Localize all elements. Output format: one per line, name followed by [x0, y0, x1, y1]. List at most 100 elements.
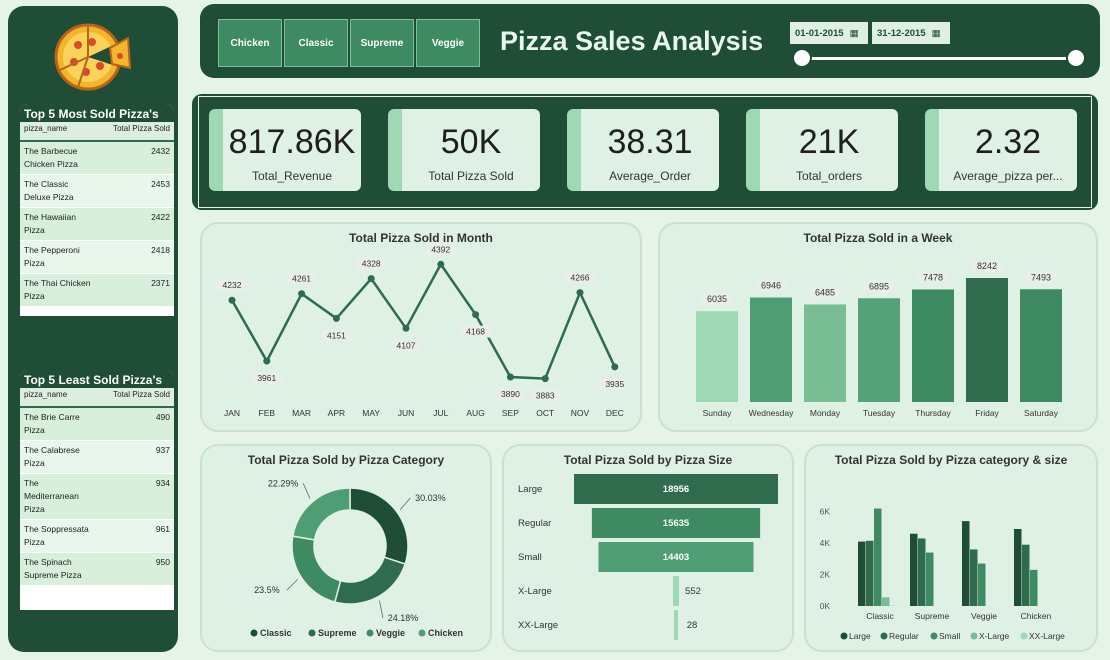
- pizza-logo-icon: [54, 23, 132, 91]
- calendar-icon[interactable]: ▦: [932, 28, 941, 39]
- cluster-bar: [926, 552, 934, 606]
- legend-label: Small: [939, 631, 960, 641]
- table-row[interactable]: The Brie Carre Pizza 490: [20, 408, 174, 441]
- top5-most-table: Top 5 Most Sold Pizza's pizza_name Total…: [20, 104, 174, 316]
- x-tick-label: AUG: [466, 408, 484, 418]
- end-date-input[interactable]: 31-12-2015 ▦: [872, 22, 950, 44]
- x-tick-label: Wednesday: [749, 408, 794, 418]
- data-label: 7478: [923, 272, 943, 282]
- data-label: 18956: [663, 484, 689, 495]
- legend-swatch: [1020, 632, 1028, 640]
- cluster-bar: [882, 597, 890, 606]
- pizza-name-cell: The Mediterranean Pizza: [24, 478, 79, 514]
- table-row[interactable]: The Mediterranean Pizza 934: [20, 474, 174, 520]
- line-point: [263, 357, 271, 365]
- kpi-label: Total Pizza Sold: [428, 169, 514, 183]
- legend-swatch: [250, 629, 258, 637]
- date-slider-end-handle[interactable]: [1066, 48, 1086, 68]
- week-bar: [912, 289, 954, 402]
- kpi-card: 50K Total Pizza Sold: [388, 109, 540, 191]
- col-total-sold[interactable]: Total Pizza Sold: [113, 124, 170, 138]
- pizza-name-cell: The Brie Carre Pizza: [24, 412, 80, 435]
- kpi-card: 2.32 Average_pizza per...: [925, 109, 1077, 191]
- weekly-chart-panel: Total Pizza Sold in a Week 6035 Sunday 694…: [658, 222, 1098, 432]
- filter-classic-button[interactable]: Classic: [284, 19, 348, 67]
- kpi-value: 38.31: [607, 123, 693, 161]
- line-point: [298, 290, 306, 298]
- sidebar: Top 5 Most Sold Pizza's pizza_name Total…: [8, 6, 178, 652]
- pizza-sold-cell: 950: [155, 557, 170, 567]
- table-header[interactable]: pizza_name Total Pizza Sold: [20, 122, 174, 142]
- col-pizza-name[interactable]: pizza_name: [24, 124, 67, 138]
- legend-label: Classic: [260, 628, 292, 638]
- table-row[interactable]: The Soppressata Pizza 961: [20, 520, 174, 553]
- x-tick-label: JAN: [224, 408, 240, 418]
- date-slider-start-handle[interactable]: [792, 48, 812, 68]
- y-tick-label: XX-Large: [518, 620, 558, 631]
- funnel-bar: [673, 576, 679, 606]
- legend-swatch: [418, 629, 426, 637]
- cluster-bar: [1022, 544, 1030, 606]
- line-point: [437, 260, 445, 268]
- data-label: 3883: [536, 391, 555, 401]
- date-slider-track[interactable]: [802, 57, 1076, 60]
- calendar-icon[interactable]: ▦: [850, 28, 859, 39]
- legend-label: X-Large: [979, 631, 1010, 641]
- col-total-sold[interactable]: Total Pizza Sold: [113, 390, 170, 404]
- donut-slice: [333, 556, 407, 605]
- kpi-value: 50K: [440, 123, 502, 161]
- data-label: 3890: [501, 389, 520, 399]
- data-label: 4232: [223, 280, 242, 290]
- kpi-value: 2.32: [974, 123, 1042, 161]
- filter-veggie-button[interactable]: Veggie: [416, 19, 480, 67]
- line-point: [402, 324, 410, 332]
- table-row[interactable]: The Calabrese Pizza 937: [20, 441, 174, 474]
- label-leader-line: [286, 579, 299, 591]
- pizza-name-cell: The Spinach Supreme Pizza: [24, 557, 82, 580]
- kpi-value: 817.86K: [228, 123, 356, 161]
- kpi-label: Average_pizza per...: [953, 169, 1063, 183]
- pizza-sold-cell: 2432: [151, 146, 170, 156]
- x-tick-label: MAY: [362, 408, 380, 418]
- data-label: 8242: [977, 261, 997, 271]
- chart-title: Total Pizza Sold in a Week: [803, 231, 953, 245]
- pizza-name-cell: The Soppressata Pizza: [24, 524, 89, 547]
- x-tick-label: MAR: [292, 408, 311, 418]
- filter-supreme-button[interactable]: Supreme: [350, 19, 414, 67]
- cluster-bar: [918, 538, 926, 606]
- table-row[interactable]: The Spinach Supreme Pizza 950: [20, 553, 174, 586]
- table-row[interactable]: The Thai Chicken Pizza 2371: [20, 274, 174, 307]
- chart-title: Total Pizza Sold by Pizza Category: [247, 453, 445, 467]
- table-row[interactable]: The Pepperoni Pizza 2418: [20, 241, 174, 274]
- start-date-input[interactable]: 01-01-2015 ▦: [790, 22, 868, 44]
- x-tick-label: Monday: [810, 408, 841, 418]
- chart-title: Total Pizza Sold in Month: [349, 231, 493, 245]
- x-tick-label: FEB: [259, 408, 276, 418]
- legend-label: Large: [849, 631, 871, 641]
- col-pizza-name[interactable]: pizza_name: [24, 390, 67, 404]
- size-funnel-chart: Large 18956 Regular 15635 Small 14403 X-Large 5…: [518, 474, 778, 640]
- chart-title: Total Pizza Sold by Pizza category & siz…: [834, 453, 1068, 467]
- table-row[interactable]: The Hawaiian Pizza 2422: [20, 208, 174, 241]
- legend-swatch: [366, 629, 374, 637]
- data-label: 552: [685, 586, 701, 597]
- page-title: Pizza Sales Analysis: [500, 26, 764, 56]
- label-leader-line: [302, 483, 311, 499]
- pizza-sold-cell: 2371: [151, 278, 170, 288]
- end-date-value: 31-12-2015: [877, 27, 926, 39]
- pizza-sold-cell: 937: [155, 445, 170, 455]
- data-label: 4151: [327, 330, 346, 340]
- table-header[interactable]: pizza_name Total Pizza Sold: [20, 388, 174, 408]
- y-tick-label: X-Large: [518, 586, 552, 597]
- x-tick-label: Tuesday: [863, 408, 896, 418]
- table-row[interactable]: The Barbecue Chicken Pizza 2432: [20, 142, 174, 175]
- cluster-bar: [962, 521, 970, 606]
- week-bar: [858, 298, 900, 402]
- pizza-name-cell: The Barbecue Chicken Pizza: [24, 146, 78, 169]
- table-row[interactable]: The Classic Deluxe Pizza 2453: [20, 175, 174, 208]
- kpi-label: Total_Revenue: [251, 169, 333, 183]
- filter-chicken-button[interactable]: Chicken: [218, 19, 282, 67]
- x-tick-label: Chicken: [1021, 611, 1052, 621]
- kpi-label: Average_Order: [609, 169, 691, 183]
- pizza-sold-cell: 490: [155, 412, 170, 422]
